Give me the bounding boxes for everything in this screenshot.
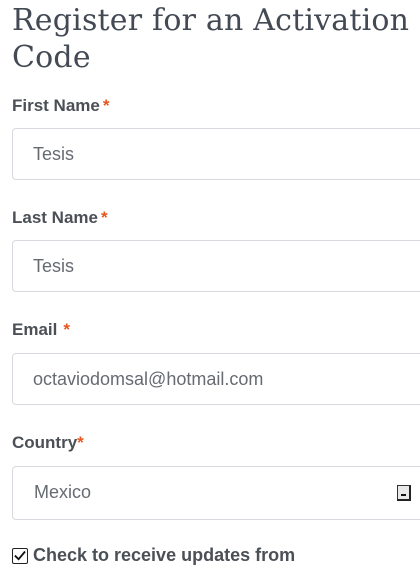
updates-checkbox[interactable] [12, 548, 28, 564]
required-marker: * [63, 320, 70, 339]
email-input[interactable] [12, 353, 420, 405]
updates-checkbox-label: Check to receive updates from [33, 545, 296, 565]
country-select[interactable]: Mexico [12, 466, 420, 520]
first-name-input[interactable] [12, 128, 420, 180]
page-title: Register for an Activation Code [12, 3, 410, 75]
last-name-input[interactable] [12, 240, 420, 292]
required-marker: * [100, 208, 108, 227]
email-label: Email * [12, 320, 70, 340]
first-name-label: First Name * [12, 96, 110, 116]
country-select-value: Mexico [34, 482, 92, 502]
checkmark-icon [14, 550, 26, 561]
required-marker: * [102, 96, 110, 115]
last-name-label-text: Last Name [12, 208, 98, 227]
email-label-text: Email [12, 320, 58, 339]
last-name-label: Last Name * [12, 208, 108, 228]
required-marker: * [77, 433, 84, 452]
dropdown-arrow-icon[interactable] [397, 485, 411, 501]
first-name-label-text: First Name [12, 96, 100, 115]
country-label: Country* [12, 433, 84, 453]
country-label-text: Country [12, 433, 78, 452]
